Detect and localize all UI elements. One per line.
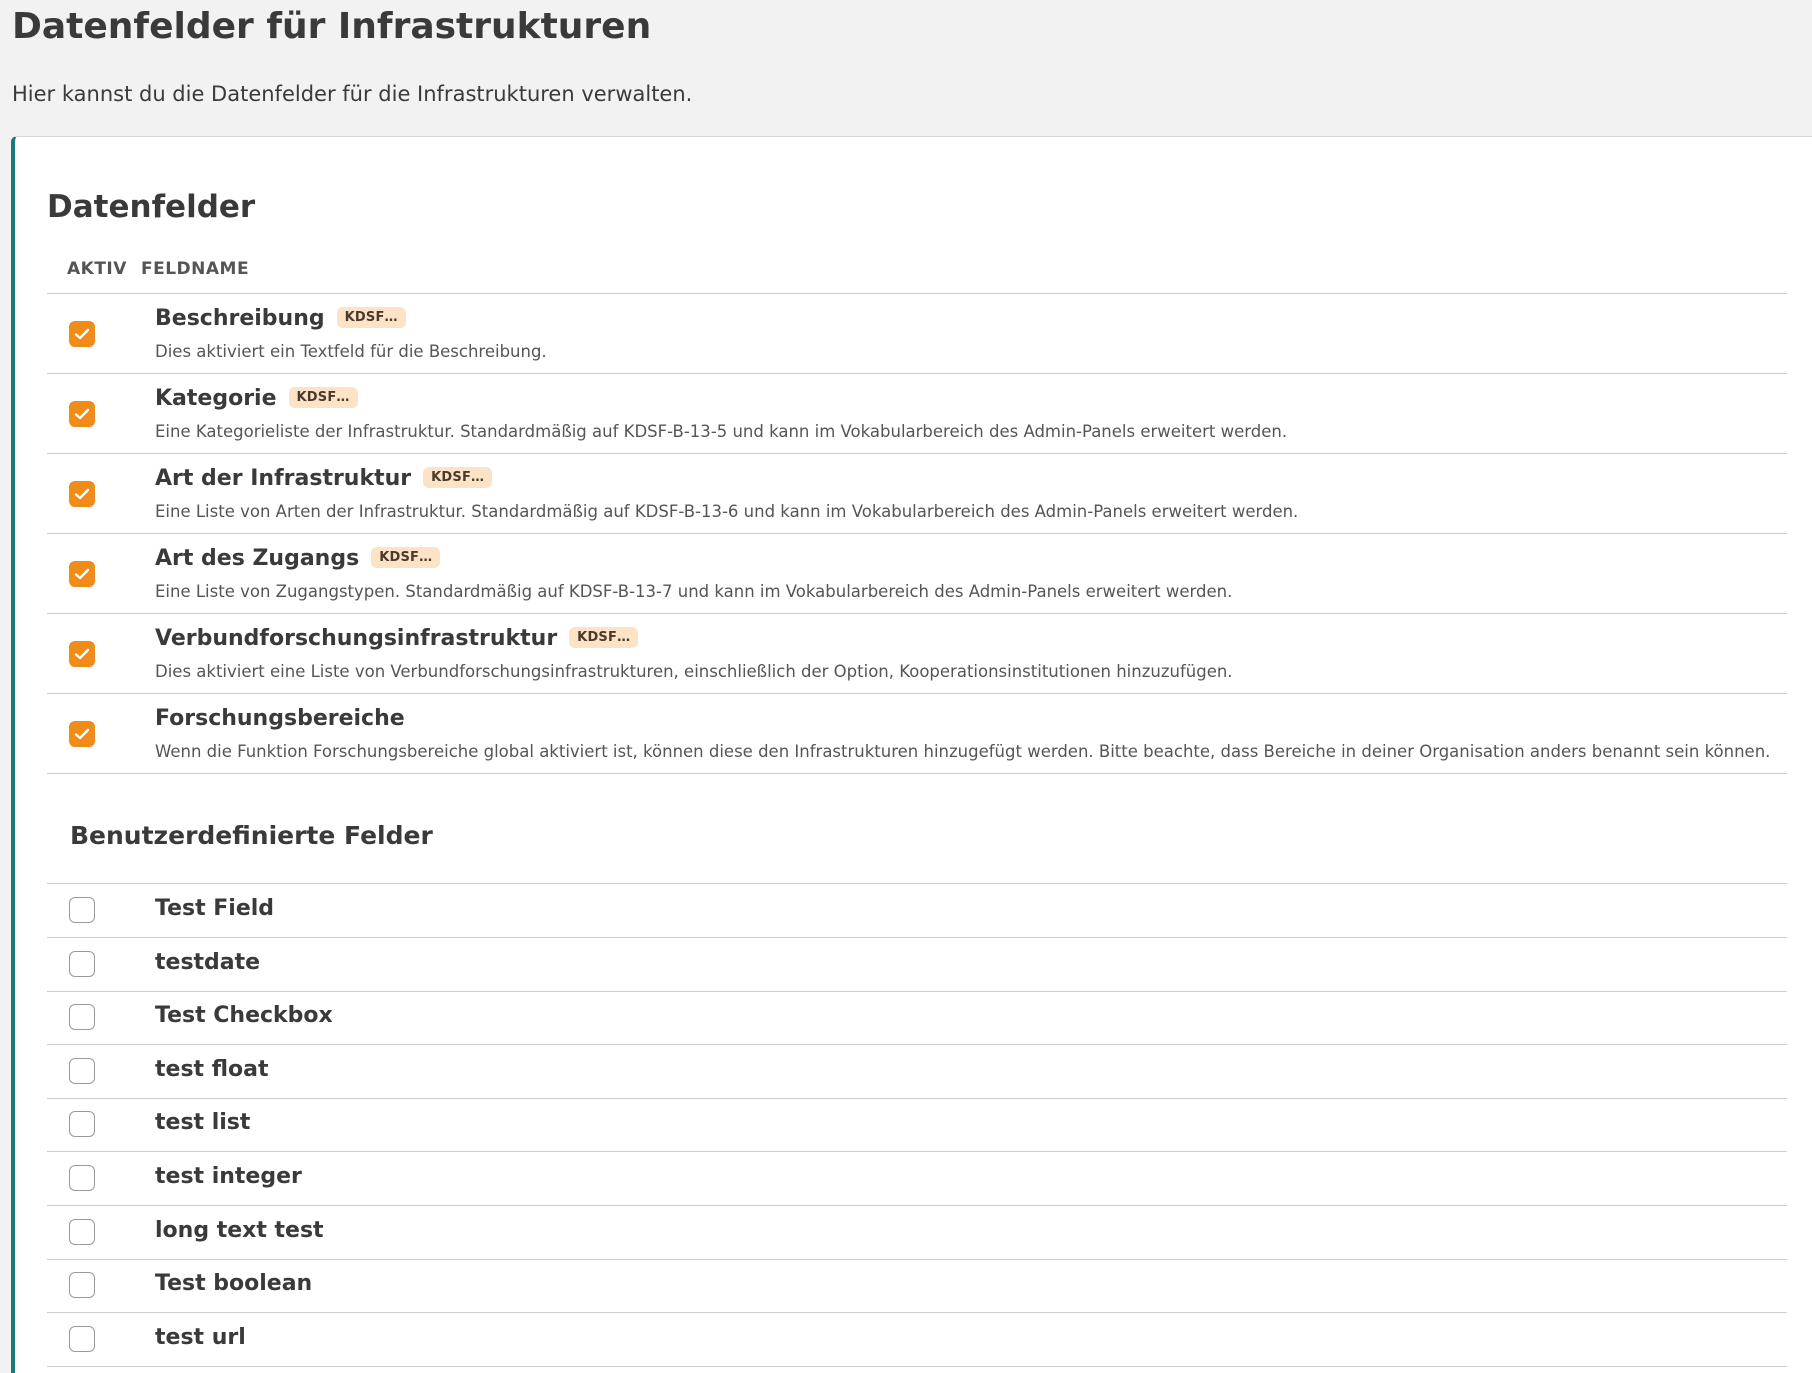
field-description: Wenn die Funktion Forschungsbereiche glo… <box>155 742 1771 761</box>
custom-field-row: test integer <box>47 1152 1787 1206</box>
active-checkbox[interactable] <box>69 401 95 427</box>
field-description: Dies aktiviert eine Liste von Verbundfor… <box>155 662 1233 681</box>
custom-field-row: test list <box>47 1098 1787 1152</box>
field-name-label: Art der Infrastruktur <box>155 466 412 491</box>
kdsf-badge: KDSF… <box>423 466 493 488</box>
custom-field-name: Test Field <box>155 896 275 921</box>
custom-field-row: Test boolean <box>47 1259 1787 1313</box>
custom-field-row: test float <box>47 1045 1787 1099</box>
datafield-row: Art der Infrastruktur KDSF… Eine Liste von… <box>47 454 1787 534</box>
field-name-label: Verbundforschungsinfrastruktur <box>155 626 558 651</box>
custom-field-row: test url <box>47 1313 1787 1367</box>
active-checkbox[interactable] <box>69 641 95 667</box>
datafield-row: Forschungsbereiche Wenn die Funktion Fors… <box>47 694 1787 774</box>
custom-field-row: testdate <box>47 938 1787 992</box>
custom-field-name: test integer <box>155 1164 302 1189</box>
kdsf-badge: KDSF… <box>288 386 358 408</box>
custom-field-name: test url <box>155 1325 246 1350</box>
active-checkbox[interactable] <box>69 561 95 587</box>
field-description: Eine Kategorieliste der Infrastruktur. S… <box>155 422 1288 441</box>
custom-field-name: Test boolean <box>155 1271 313 1296</box>
custom-field-row: long text test <box>47 1206 1787 1260</box>
field-description: Dies aktiviert ein Textfeld für die Besc… <box>155 342 547 361</box>
custom-field-row: Test Checkbox <box>47 991 1787 1045</box>
active-checkbox[interactable] <box>69 321 95 347</box>
custom-field-row: Test Field <box>47 884 1787 938</box>
active-checkbox[interactable] <box>69 1058 95 1084</box>
page-subtitle: Hier kannst du die Datenfelder für die I… <box>12 82 693 106</box>
field-name-label: Art des Zugangs <box>155 546 360 571</box>
column-header-fieldname: FELDNAME <box>141 259 250 279</box>
active-checkbox[interactable] <box>69 1111 95 1137</box>
active-checkbox[interactable] <box>69 897 95 923</box>
field-name-label: Kategorie <box>155 386 277 411</box>
field-name: Art des Zugangs KDSF… <box>155 546 441 571</box>
field-name: Kategorie KDSF… <box>155 386 358 411</box>
field-description: Eine Liste von Arten der Infrastruktur. … <box>155 502 1299 521</box>
column-header-active: AKTIV <box>67 259 127 279</box>
active-checkbox[interactable] <box>69 1272 95 1298</box>
kdsf-badge: KDSF… <box>569 626 639 648</box>
datafield-row: Verbundforschungsinfrastruktur KDSF… Dies … <box>47 614 1787 694</box>
datafields-card: Datenfelder AKTIV FELDNAME Beschreibung K… <box>11 136 1812 1373</box>
field-name: Art der Infrastruktur KDSF… <box>155 466 493 491</box>
page-title: Datenfelder für Infrastrukturen <box>12 6 652 47</box>
custom-field-name: Test Checkbox <box>155 1003 333 1028</box>
field-name-label: Forschungsbereiche <box>155 706 405 731</box>
active-checkbox[interactable] <box>69 1326 95 1352</box>
kdsf-badge: KDSF… <box>371 546 441 568</box>
active-checkbox[interactable] <box>69 1165 95 1191</box>
custom-field-name: test float <box>155 1057 269 1082</box>
active-checkbox[interactable] <box>69 1219 95 1245</box>
active-checkbox[interactable] <box>69 481 95 507</box>
active-checkbox[interactable] <box>69 1004 95 1030</box>
datafield-row: Art des Zugangs KDSF… Eine Liste von Zugan… <box>47 534 1787 614</box>
field-name-label: Beschreibung <box>155 306 325 331</box>
datafield-row: Beschreibung KDSF… Dies aktiviert ein Text… <box>47 294 1787 374</box>
custom-field-name: testdate <box>155 950 261 975</box>
custom-field-name: long text test <box>155 1218 324 1243</box>
active-checkbox[interactable] <box>69 951 95 977</box>
active-checkbox[interactable] <box>69 721 95 747</box>
section-title-custom-fields: Benutzerdefinierte Felder <box>70 821 433 850</box>
field-name: Beschreibung KDSF… <box>155 306 406 331</box>
kdsf-badge: KDSF… <box>336 306 406 328</box>
field-name: Verbundforschungsinfrastruktur KDSF… <box>155 626 639 651</box>
section-title-datafields: Datenfelder <box>47 189 256 225</box>
custom-field-name: test list <box>155 1110 251 1135</box>
field-description: Eine Liste von Zugangstypen. Standardmäß… <box>155 582 1233 601</box>
datafield-row: Kategorie KDSF… Eine Kategorieliste der In… <box>47 374 1787 454</box>
field-name: Forschungsbereiche <box>155 706 405 731</box>
